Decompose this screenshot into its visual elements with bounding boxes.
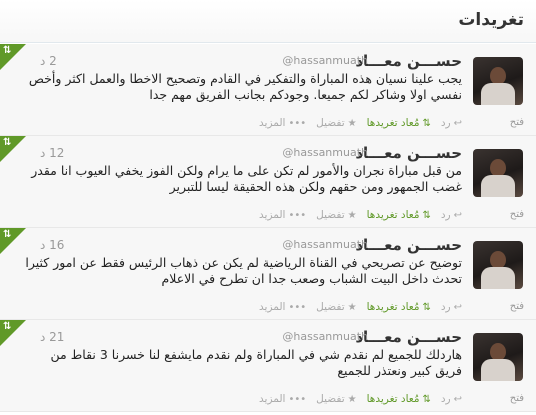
retweeted-button[interactable]: ⇅ مُعاد تغريدها — [367, 117, 431, 129]
tweet-timestamp[interactable]: 16 د — [40, 238, 64, 252]
tweet-item[interactable]: ⇅ حســـن معـــاد @hassanmuath 12 د من قب… — [0, 136, 536, 228]
tweet-text: يجب علينا نسيان هذه المباراة والتفكير في… — [28, 71, 462, 102]
tweet-actions: ↩ رد ⇅ مُعاد تغريدها ★ تفضيل ••• المزيد — [259, 301, 462, 313]
tweet-author-handle[interactable]: @hassanmuath — [282, 146, 368, 159]
favorite-label: تفضيل — [316, 301, 345, 313]
more-dots-icon: ••• — [288, 117, 307, 129]
avatar[interactable] — [473, 333, 523, 381]
tweet-author-handle[interactable]: @hassanmuath — [282, 330, 368, 343]
reply-icon: ↩ — [453, 393, 462, 405]
retweet-icon: ⇅ — [422, 301, 431, 313]
tweet-open-link[interactable]: فتح — [510, 393, 524, 404]
tweet-author-name[interactable]: حســـن معـــاد — [355, 328, 462, 346]
tweets-widget: تغريدات ⇅ حســـن معـــاد @hassanmuath 2 … — [0, 0, 536, 415]
tweet-author-handle[interactable]: @hassanmuath — [282, 238, 368, 251]
retweeted-label: مُعاد تغريدها — [366, 209, 420, 221]
tweet-actions: ↩ رد ⇅ مُعاد تغريدها ★ تفضيل ••• المزيد — [259, 117, 462, 129]
more-button[interactable]: ••• المزيد — [259, 209, 306, 221]
reply-button[interactable]: ↩ رد — [441, 209, 462, 221]
avatar[interactable] — [473, 57, 523, 105]
retweeted-button[interactable]: ⇅ مُعاد تغريدها — [367, 209, 431, 221]
more-label: المزيد — [259, 117, 286, 129]
retweeted-button[interactable]: ⇅ مُعاد تغريدها — [367, 301, 431, 313]
tweet-author-handle[interactable]: @hassanmuath — [282, 54, 368, 67]
retweet-icon: ⇅ — [422, 393, 431, 405]
more-label: المزيد — [259, 301, 286, 313]
star-icon: ★ — [347, 209, 357, 221]
star-icon: ★ — [347, 393, 357, 405]
favorite-label: تفضيل — [316, 393, 345, 405]
tweet-timestamp[interactable]: 12 د — [40, 146, 64, 160]
tweet-text: من قبل مباراة نجران والأمور لم تكن على م… — [31, 163, 462, 194]
more-button[interactable]: ••• المزيد — [259, 393, 306, 405]
star-icon: ★ — [347, 117, 357, 129]
tweet-actions: ↩ رد ⇅ مُعاد تغريدها ★ تفضيل ••• المزيد — [259, 209, 462, 221]
reply-icon: ↩ — [453, 209, 462, 221]
tweet-text: هاردلك للجميع لم نقدم شي في المباراة ولم… — [50, 347, 462, 378]
tweet-author-name[interactable]: حســـن معـــاد — [355, 52, 462, 70]
avatar[interactable] — [473, 241, 523, 289]
widget-header: تغريدات — [0, 0, 536, 43]
tweet-open-link[interactable]: فتح — [510, 209, 524, 220]
more-button[interactable]: ••• المزيد — [259, 301, 306, 313]
reply-button[interactable]: ↩ رد — [441, 117, 462, 129]
tweet-actions: ↩ رد ⇅ مُعاد تغريدها ★ تفضيل ••• المزيد — [259, 393, 462, 405]
tweet-open-link[interactable]: فتح — [510, 301, 524, 312]
avatar[interactable] — [473, 149, 523, 197]
retweet-icon: ⇅ — [3, 45, 12, 56]
more-label: المزيد — [259, 209, 286, 221]
star-icon: ★ — [347, 301, 357, 313]
tweet-author-name[interactable]: حســـن معـــاد — [355, 144, 462, 162]
retweet-icon: ⇅ — [3, 229, 12, 240]
tweet-timestamp[interactable]: 2 د — [40, 54, 57, 68]
favorite-button[interactable]: ★ تفضيل — [316, 117, 356, 129]
favorite-button[interactable]: ★ تفضيل — [316, 209, 356, 221]
favorite-button[interactable]: ★ تفضيل — [316, 393, 356, 405]
tweet-item[interactable]: ⇅ حســـن معـــاد @hassanmuath 21 د هاردل… — [0, 320, 536, 412]
favorite-label: تفضيل — [316, 209, 345, 221]
tweet-text: توضيح عن تصريحي في القناة الرياضية لم يك… — [25, 255, 462, 286]
reply-label: رد — [440, 117, 451, 129]
tweet-item[interactable]: ⇅ حســـن معـــاد @hassanmuath 2 د يجب عل… — [0, 44, 536, 136]
reply-label: رد — [440, 301, 451, 313]
reply-button[interactable]: ↩ رد — [441, 301, 462, 313]
retweeted-label: مُعاد تغريدها — [366, 301, 420, 313]
more-label: المزيد — [259, 393, 286, 405]
retweet-icon: ⇅ — [3, 321, 12, 332]
reply-label: رد — [440, 209, 451, 221]
more-button[interactable]: ••• المزيد — [259, 117, 306, 129]
reply-label: رد — [440, 393, 451, 405]
retweet-icon: ⇅ — [422, 209, 431, 221]
tweet-author-name[interactable]: حســـن معـــاد — [355, 236, 462, 254]
favorite-button[interactable]: ★ تفضيل — [316, 301, 356, 313]
retweeted-label: مُعاد تغريدها — [366, 393, 420, 405]
retweet-icon: ⇅ — [422, 117, 431, 129]
tweet-open-link[interactable]: فتح — [510, 117, 524, 128]
tweet-stream: ⇅ حســـن معـــاد @hassanmuath 2 د يجب عل… — [0, 44, 536, 412]
more-dots-icon: ••• — [288, 393, 307, 405]
widget-title: تغريدات — [458, 10, 524, 30]
more-dots-icon: ••• — [288, 301, 307, 313]
tweet-item[interactable]: ⇅ حســـن معـــاد @hassanmuath 16 د توضيح… — [0, 228, 536, 320]
reply-button[interactable]: ↩ رد — [441, 393, 462, 405]
more-dots-icon: ••• — [288, 209, 307, 221]
retweet-icon: ⇅ — [3, 137, 12, 148]
reply-icon: ↩ — [453, 301, 462, 313]
retweeted-label: مُعاد تغريدها — [366, 117, 420, 129]
tweet-timestamp[interactable]: 21 د — [40, 330, 64, 344]
favorite-label: تفضيل — [316, 117, 345, 129]
reply-icon: ↩ — [453, 117, 462, 129]
retweeted-button[interactable]: ⇅ مُعاد تغريدها — [367, 393, 431, 405]
